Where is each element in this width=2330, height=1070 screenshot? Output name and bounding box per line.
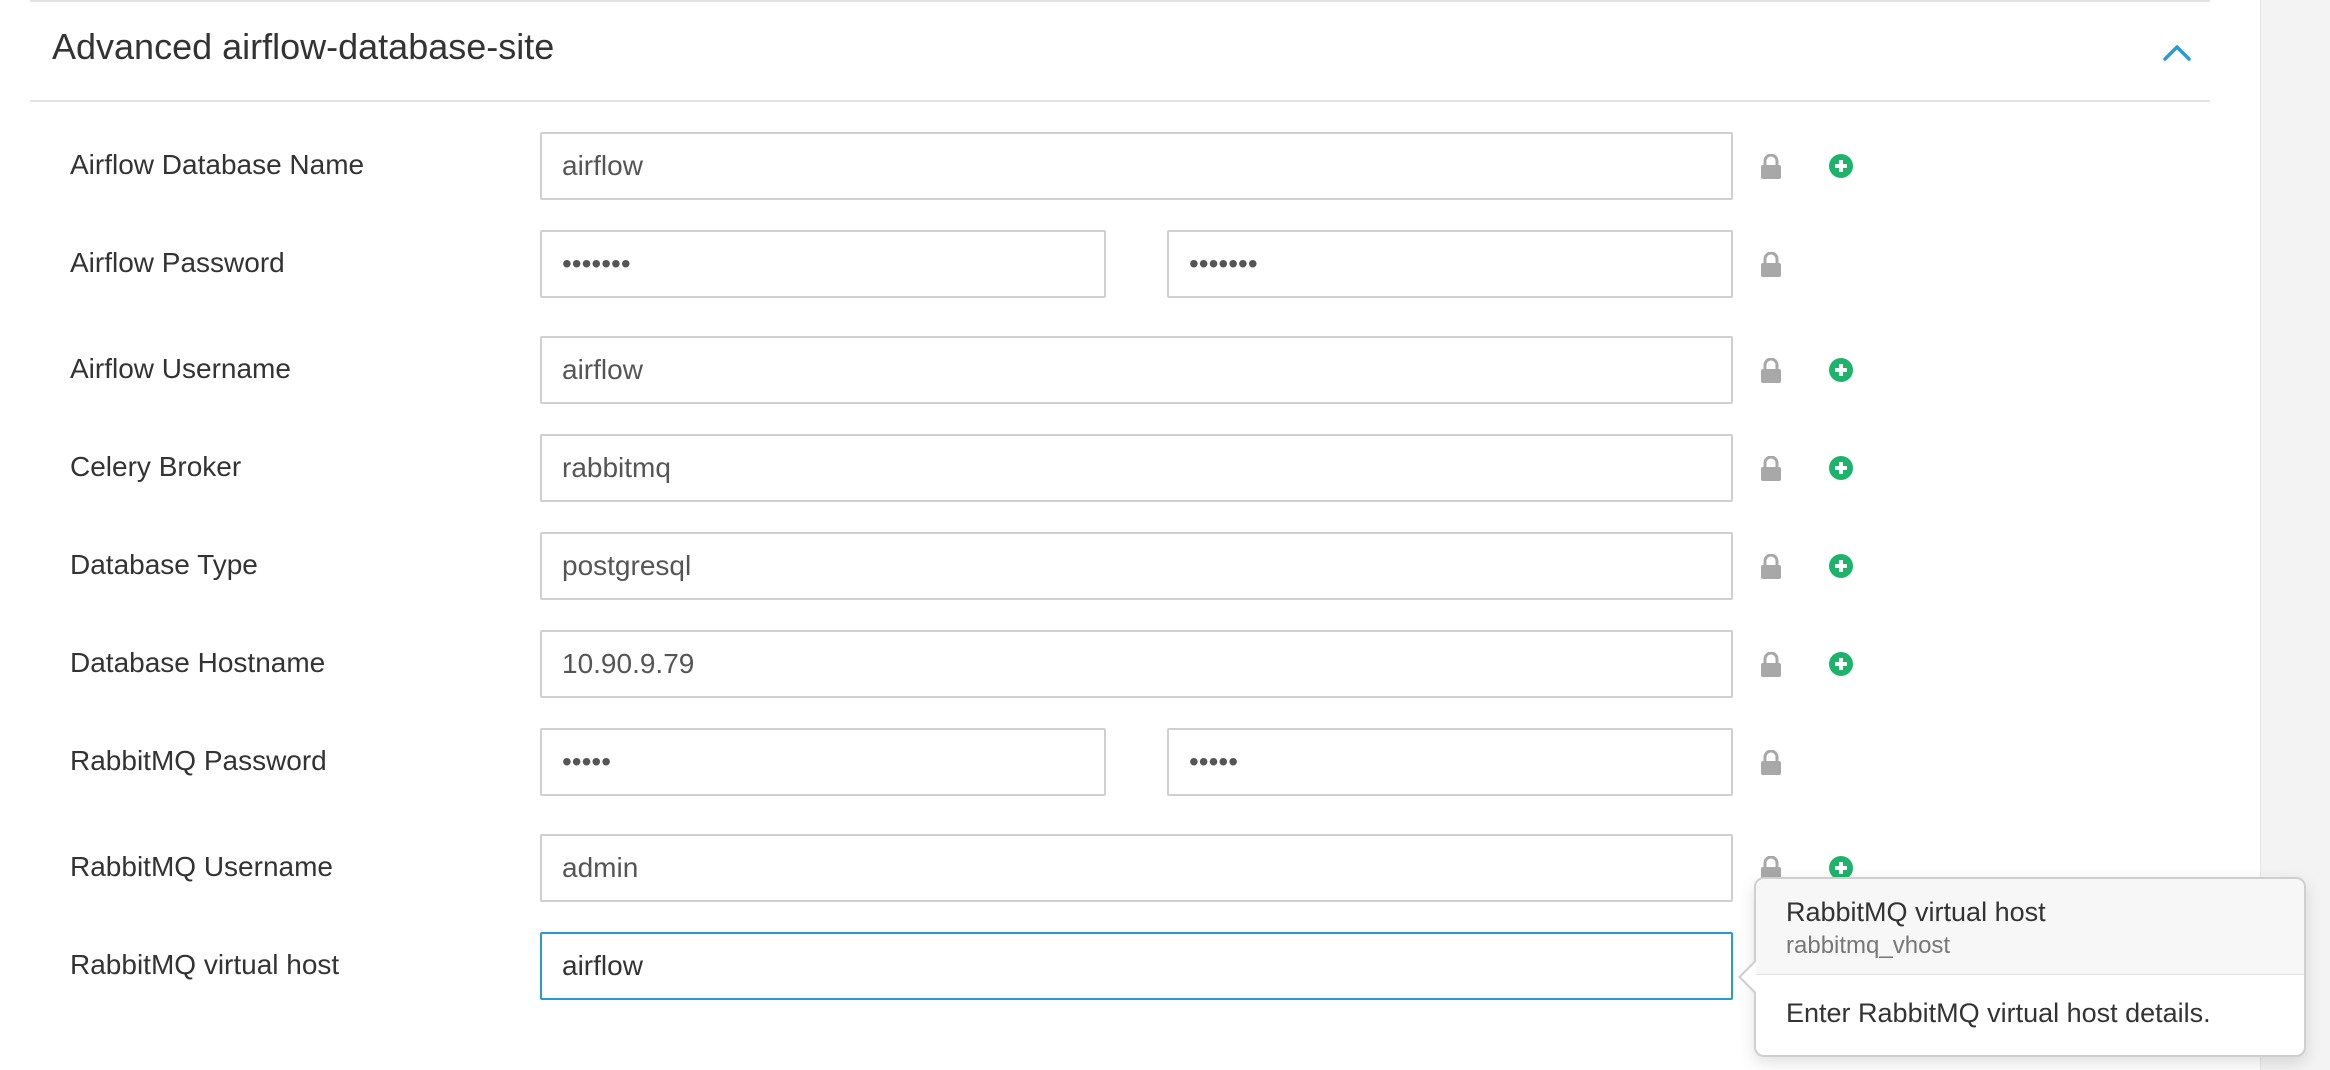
plus-circle-icon[interactable] [1828, 455, 1854, 481]
field-label: RabbitMQ Password [70, 745, 327, 776]
popover-title: RabbitMQ virtual host [1786, 897, 2046, 927]
panel-header[interactable]: Advanced airflow-database-site [30, 2, 2210, 102]
rabbitmq-password-confirm-input[interactable] [1167, 728, 1733, 796]
field-label: Airflow Username [70, 353, 291, 384]
lock-icon[interactable] [1760, 749, 1782, 776]
lock-icon[interactable] [1760, 455, 1782, 482]
field-label: Database Hostname [70, 647, 326, 678]
chevron-up-icon[interactable] [2160, 38, 2194, 68]
lock-icon[interactable] [1760, 251, 1782, 278]
field-help-popover: RabbitMQ virtual host rabbitmq_vhost Ent… [1738, 877, 2306, 1057]
field-label: Celery Broker [70, 451, 242, 482]
airflow-password-input[interactable] [540, 230, 1106, 298]
celery-broker-input[interactable] [540, 434, 1733, 502]
plus-circle-icon[interactable] [1828, 553, 1854, 579]
database-type-input[interactable] [540, 532, 1733, 600]
field-label: Database Type [70, 549, 258, 580]
popover-description: Enter RabbitMQ virtual host details. [1786, 998, 2211, 1028]
rabbitmq-password-input[interactable] [540, 728, 1106, 796]
field-label: RabbitMQ Username [70, 851, 333, 882]
plus-circle-icon[interactable] [1828, 651, 1854, 677]
panel-title: Advanced airflow-database-site [52, 26, 555, 67]
airflow-database-name-input[interactable] [540, 132, 1733, 200]
plus-circle-icon[interactable] [1828, 153, 1854, 179]
field-label: RabbitMQ virtual host [70, 949, 340, 980]
rabbitmq-username-input[interactable] [540, 834, 1733, 902]
config-page: Advanced airflow-database-site Airflow D… [0, 0, 2330, 1070]
lock-icon[interactable] [1760, 357, 1782, 384]
popover-subtitle: rabbitmq_vhost [1786, 932, 1951, 959]
airflow-username-input[interactable] [540, 336, 1733, 404]
database-hostname-input[interactable] [540, 630, 1733, 698]
popover-arrow-fill [1741, 961, 1757, 993]
field-label: Airflow Password [70, 247, 285, 278]
lock-icon[interactable] [1760, 651, 1782, 678]
rabbitmq-virtual-host-input[interactable] [540, 932, 1733, 1000]
plus-circle-icon[interactable] [1828, 357, 1854, 383]
lock-icon[interactable] [1760, 553, 1782, 580]
lock-icon[interactable] [1760, 153, 1782, 180]
popover-header: RabbitMQ virtual host rabbitmq_vhost [1756, 879, 2304, 975]
field-label: Airflow Database Name [70, 149, 365, 180]
airflow-password-confirm-input[interactable] [1167, 230, 1733, 298]
